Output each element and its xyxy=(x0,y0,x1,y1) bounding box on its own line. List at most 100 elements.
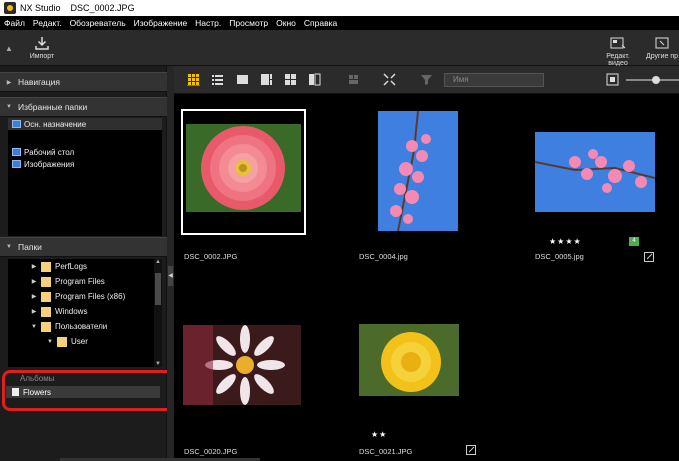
panel-folders-title: Папки xyxy=(18,242,42,252)
menu-browser[interactable]: Обозреватель xyxy=(66,18,130,28)
main-toolbar: ▲ Импорт Редакт. видео Другие пр xyxy=(0,30,679,67)
expand-down-icon: ▼ xyxy=(6,244,12,250)
folder-icon xyxy=(41,291,51,302)
collapse-left-icon[interactable]: ◀ xyxy=(168,266,173,286)
tree-item-label: User xyxy=(71,337,88,346)
thumbnail-filename: DSC_0020.JPG xyxy=(184,447,238,456)
menu-bar: Файл Редакт. Обозреватель Изображение На… xyxy=(0,16,679,30)
grid-view-icon[interactable] xyxy=(187,73,200,86)
thumbnail-dsc-0021[interactable] xyxy=(359,324,459,396)
tree-item-windows[interactable]: ▶ Windows xyxy=(8,304,162,319)
menu-view[interactable]: Просмотр xyxy=(225,18,272,28)
viewer-toolbar: Имя xyxy=(174,66,679,94)
folder-icon xyxy=(57,336,67,347)
tree-item-program-files[interactable]: ▶ Program Files xyxy=(8,274,162,289)
import-label: Импорт xyxy=(29,53,55,60)
tree-item-user[interactable]: ▼ User xyxy=(8,334,162,349)
thumbnail-dsc-0004[interactable] xyxy=(378,111,458,231)
menu-help[interactable]: Справка xyxy=(300,18,341,28)
tree-item-label: Пользователи xyxy=(55,322,108,331)
favorites-list: Осн. назначение Рабочий стол Изображения xyxy=(8,118,162,236)
fav-item-label: Осн. назначение xyxy=(24,119,87,129)
import-button[interactable]: Импорт xyxy=(22,32,62,60)
thumbnail-dsc-0002[interactable] xyxy=(186,124,301,212)
single-view-icon[interactable] xyxy=(236,73,249,86)
other-apps-button[interactable]: Другие пр xyxy=(645,32,679,60)
thumbnail-dsc-0005[interactable] xyxy=(535,132,655,212)
panel-folders-header[interactable]: ▼ Папки xyxy=(0,237,167,257)
split-view-icon[interactable] xyxy=(308,73,321,86)
pictures-icon xyxy=(12,160,21,168)
menu-file[interactable]: Файл xyxy=(0,18,29,28)
app-name: NX Studio xyxy=(20,3,61,13)
tree-item-label: Program Files (x86) xyxy=(55,292,126,301)
label-badge: 4 xyxy=(629,237,639,246)
expand-down-icon: ▼ xyxy=(31,323,37,330)
expand-down-icon: ▼ xyxy=(6,104,12,110)
thumbnail-size-slider[interactable] xyxy=(626,76,679,84)
expand-down-icon: ▼ xyxy=(47,338,53,345)
fit-screen-icon[interactable] xyxy=(383,73,396,86)
thumbnail-grid: DSC_0002.JPG DSC_0004.jpg ★★★★ 4 DSC_000… xyxy=(174,94,679,461)
menu-edit[interactable]: Редакт. xyxy=(29,18,66,28)
sidebar-splitter[interactable]: ◀ xyxy=(167,66,174,461)
thumbnail-filename: DSC_0002.JPG xyxy=(184,252,238,261)
expand-right-icon: ▶ xyxy=(31,294,37,300)
menu-window[interactable]: Окно xyxy=(272,18,300,28)
folder-icon xyxy=(41,321,51,332)
thumbnail-filename: DSC_0004.jpg xyxy=(359,252,408,261)
left-sidebar: ▶ Навигация ▼ Избранные папки Осн. назна… xyxy=(0,66,179,461)
compare-view-icon[interactable] xyxy=(284,73,297,86)
sort-select[interactable]: Имя xyxy=(444,73,544,87)
edit-icon[interactable] xyxy=(466,445,476,455)
video-edit-icon xyxy=(610,37,626,49)
fav-item-main[interactable]: Осн. назначение xyxy=(8,118,162,130)
menu-image[interactable]: Изображение xyxy=(130,18,192,28)
tree-item-program-files-x86[interactable]: ▶ Program Files (x86) xyxy=(8,289,162,304)
panel-favorites-title: Избранные папки xyxy=(18,102,88,112)
panel-navigation-header[interactable]: ▶ Навигация xyxy=(0,72,167,92)
expand-right-icon: ▶ xyxy=(31,279,37,285)
scroll-up-icon[interactable]: ▲ xyxy=(154,259,162,265)
filmstrip-view-icon[interactable] xyxy=(260,73,273,86)
import-icon xyxy=(35,37,49,50)
tree-item-perflogs[interactable]: ▶ PerfLogs xyxy=(8,259,162,274)
folder-tree-scrollbar[interactable]: ▲ ▼ xyxy=(154,259,162,367)
desktop-icon xyxy=(12,148,21,156)
tree-item-label: PerfLogs xyxy=(55,262,88,271)
app-logo-icon xyxy=(4,2,16,14)
folder-icon xyxy=(41,306,51,317)
window-file-name: DSC_0002.JPG xyxy=(70,3,135,13)
filter-icon[interactable] xyxy=(420,73,433,86)
expand-right-icon: ▶ xyxy=(31,264,37,270)
expand-right-icon: ▶ xyxy=(6,79,12,86)
scroll-down-icon[interactable]: ▼ xyxy=(154,361,162,367)
other-apps-icon xyxy=(655,37,669,49)
other-apps-label: Другие пр xyxy=(645,53,679,60)
thumbnail-filename: DSC_0005.jpg xyxy=(535,252,584,261)
video-edit-button[interactable]: Редакт. видео xyxy=(596,32,640,67)
panel-favorites-header[interactable]: ▼ Избранные папки xyxy=(0,97,167,117)
default-folder-icon xyxy=(12,120,21,128)
tree-item-users[interactable]: ▼ Пользователи xyxy=(8,319,162,334)
list-view-icon[interactable] xyxy=(211,73,224,86)
thumbnail-size-icon[interactable] xyxy=(606,73,619,86)
menu-settings[interactable]: Настр. xyxy=(191,18,225,28)
tree-item-label: Program Files xyxy=(55,277,105,286)
edit-icon[interactable] xyxy=(644,252,654,262)
highlight-frame xyxy=(2,370,179,411)
fav-item-label: Рабочий стол xyxy=(24,147,75,157)
title-bar: NX Studio DSC_0002.JPG xyxy=(0,0,679,16)
collapse-up-icon[interactable]: ▲ xyxy=(2,32,16,64)
scrollbar-thumb[interactable] xyxy=(155,273,161,305)
slider-handle[interactable] xyxy=(652,76,660,84)
layout-dropdown-icon[interactable] xyxy=(348,73,361,86)
rating-stars[interactable]: ★★★★ xyxy=(549,237,582,246)
fav-item-pictures[interactable]: Изображения xyxy=(8,158,162,170)
rating-stars[interactable]: ★★ xyxy=(371,430,387,439)
thumbnail-dsc-0020[interactable] xyxy=(183,325,301,405)
tree-item-label: Windows xyxy=(55,307,88,316)
thumbnail-filename: DSC_0021.JPG xyxy=(359,447,413,456)
panel-navigation-title: Навигация xyxy=(18,77,60,87)
fav-item-desktop[interactable]: Рабочий стол xyxy=(8,146,162,158)
